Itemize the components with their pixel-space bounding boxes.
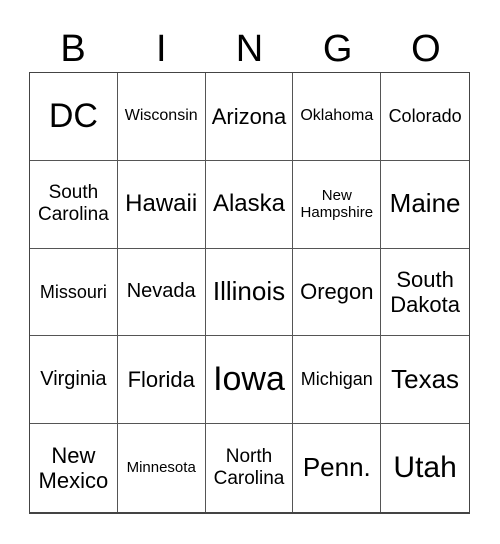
header-letter-n: N [235,28,264,70]
bingo-cell[interactable]: New Hampshire [293,160,382,249]
bingo-board: DC Wisconsin Arizona Oklahoma Colorado S… [29,72,470,514]
bingo-cell[interactable]: South Dakota [381,249,469,337]
bingo-cell[interactable]: Michigan [293,336,382,425]
bingo-cell[interactable]: Arizona [205,73,294,161]
bingo-cell[interactable]: Penn. [293,424,382,512]
bingo-cell[interactable]: Wisconsin [117,73,206,161]
bingo-cell[interactable]: Missouri [30,248,118,337]
bingo-cell[interactable]: Alaska [205,160,294,249]
bingo-cell[interactable]: Texas [381,336,469,425]
bingo-cell[interactable]: Utah [381,424,469,512]
header-letter-o: O [411,28,441,70]
bingo-cell[interactable]: Hawaii [117,160,206,249]
bingo-cell[interactable]: Colorado [381,73,469,161]
bingo-cell[interactable]: North Carolina [206,424,294,512]
bingo-cell[interactable]: Oregon [293,248,382,337]
bingo-cell[interactable]: Minnesota [118,424,206,512]
bingo-cell[interactable]: South Carolina [30,160,118,249]
bingo-cell[interactable]: Oklahoma [293,73,382,161]
bingo-cell[interactable]: Illinois [205,248,294,337]
bingo-cell[interactable]: Maine [381,161,469,249]
bingo-cell[interactable]: Virginia [30,336,118,425]
bingo-header: B I N G O [29,26,470,72]
bingo-cell[interactable]: Nevada [117,248,206,337]
bingo-cell[interactable]: DC [30,73,118,161]
bingo-cell[interactable]: New Mexico [30,424,118,512]
bingo-cell[interactable]: Iowa [205,336,294,425]
header-letter-g: G [322,28,353,70]
bingo-cell[interactable]: Florida [117,336,206,425]
header-letter-b: B [60,28,86,70]
header-letter-i: I [156,28,167,70]
